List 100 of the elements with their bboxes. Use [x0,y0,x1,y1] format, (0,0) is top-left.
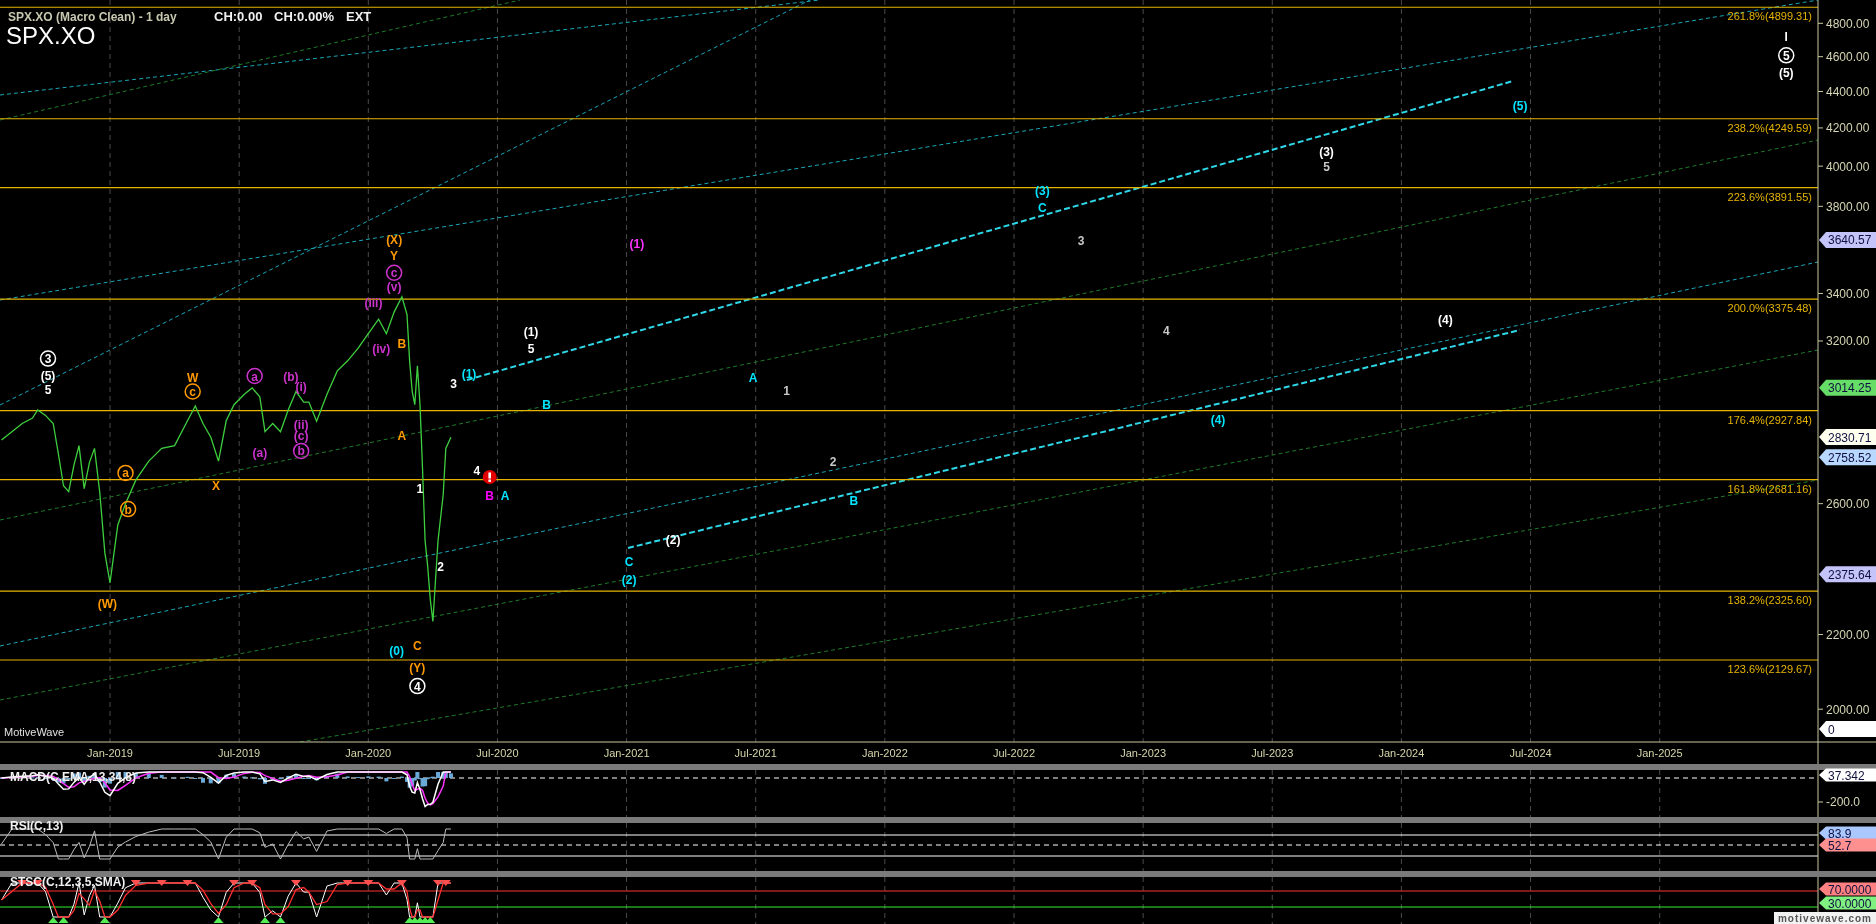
wave-label: A [397,429,407,444]
wave-label: B [542,398,551,413]
wave-label: (1) [461,367,477,382]
wave-label: (1) [523,324,539,339]
circled-wave-label: c [385,264,403,282]
wave-label: 4 [1163,323,1170,338]
wave-label: (5) [1778,65,1794,80]
change-value: CH:0.00 [214,9,263,24]
motivewave-label: MotiveWave [4,726,65,738]
fibonacci-level-label: 161.8%(2681.16) [1727,482,1812,495]
wave-label: C [624,555,634,570]
date-axis-label: Jan-2021 [603,747,650,759]
price-axis-label: 2200.00 [1826,628,1870,643]
date-axis-label: Jul-2021 [734,747,777,759]
wave-label: C [413,638,422,653]
price-tag: 3014.25 [1819,379,1876,396]
wave-label: W [187,370,199,385]
wave-label: I [1784,29,1788,44]
wave-label: 2 [829,454,837,469]
indicator-label: RSI(C,13) [10,819,64,833]
wave-label: B [397,336,407,351]
wave-label: (3) [1319,144,1334,159]
date-axis-label: Jan-2019 [87,747,133,759]
wave-label: 2 [437,559,444,574]
chart-title: SPX.XO (Macro Clean) - 1 day [8,10,177,24]
date-axis-label: Jan-2022 [861,747,908,759]
wave-label: (4) [1437,313,1453,327]
wave-label: (v) [386,280,402,295]
wave-label: (iii) [364,296,383,311]
indicator-label: STSC(C,12,3,5,SMA) [10,875,126,889]
wave-label: (X) [386,232,403,247]
price-axis-label: 4200.00 [1826,121,1870,136]
price-axis-label: 2000.00 [1826,702,1870,717]
price-tag: 2758.52 [1819,449,1876,466]
alert-icon [482,470,497,484]
circled-wave-label: b [119,500,137,518]
price-axis-label: 4400.00 [1826,85,1870,99]
fibonacci-level-label: 176.4%(2927.84) [1727,413,1812,426]
wave-label: (5) [40,368,56,383]
wave-label: (a) [252,446,268,461]
wave-label: 3 [450,377,457,392]
price-axis-label: 2600.00 [1826,497,1870,512]
wave-label: (1) [629,237,645,252]
wave-label: B [485,489,495,504]
fibonacci-level-label: 261.8%(4899.31) [1727,10,1812,23]
wave-label: 4 [473,464,481,479]
change-percent: CH:0.00% [274,9,334,24]
price-tag: 2375.64 [1819,566,1876,583]
date-axis-label: Jan-2025 [1636,747,1683,759]
wave-label: (5) [1512,99,1528,114]
wave-label: (iv) [372,341,391,356]
circled-wave-label: c [184,383,201,400]
indicator-value-tag: 83.9 [1819,826,1876,841]
indicator-label: MACD(C,EMA,13,34,8) [10,770,137,784]
wave-label: (Y) [409,661,426,676]
price-tag: 2830.71 [1819,429,1876,446]
wave-label: B [849,494,859,509]
circled-wave-label: 4 [409,677,426,695]
circled-wave-label: b [292,442,310,460]
fibonacci-level-label: 238.2%(4249.59) [1727,121,1812,134]
wave-label: (3) [1035,184,1050,199]
price-axis-label: 3200.00 [1826,334,1870,349]
fibonacci-level-label: 123.6%(2129.67) [1727,663,1812,675]
date-axis-label: Jan-2020 [345,747,392,759]
price-axis-label: 4800.00 [1826,16,1870,31]
date-axis-label: Jul-2019 [218,747,261,759]
wave-label: 3 [1077,233,1085,248]
wave-label: (4) [1210,412,1226,427]
price-axis-label: 4000.00 [1826,159,1870,174]
indicator-value-tag: 70.0000 [1819,882,1876,897]
indicator-axis-label: -200.0 [1826,795,1861,809]
wave-label: 5 [1323,160,1330,175]
price-axis-label: 4600.00 [1826,50,1870,65]
fibonacci-level-label: 138.2%(2325.60) [1727,594,1812,607]
price-axis-label: 3400.00 [1826,287,1870,301]
wave-label: X [211,479,220,494]
wave-label: 5 [44,383,52,398]
fibonacci-level-label: 200.0%(3375.48) [1727,302,1812,315]
price-tag: 0 [1819,721,1876,738]
circled-wave-label: a [246,367,263,385]
date-axis-label: Jul-2023 [1251,747,1294,759]
wave-label: C [1038,201,1047,216]
circled-wave-label: 5 [1778,47,1795,64]
wave-label: A [748,370,758,385]
date-axis-label: Jan-2023 [1120,747,1167,759]
fibonacci-level-label: 223.6%(3891.55) [1727,190,1812,203]
date-axis-label: Jan-2024 [1378,747,1425,759]
date-axis-label: Jul-2024 [1509,747,1552,759]
wave-label: (ii) [293,417,309,432]
wave-label: 1 [783,383,791,398]
site-badge: motivewave.com [1774,912,1876,924]
date-axis-label: Jul-2022 [992,747,1036,759]
price-tag: 3640.57 [1819,231,1876,248]
wave-label: Y [390,249,399,264]
price-axis-label: 3800.00 [1826,199,1870,214]
circled-wave-label: a [117,464,134,482]
date-axis-label: Jul-2020 [476,747,519,759]
indicator-value-tag: 30.0000 [1819,896,1876,911]
wave-label: (W) [97,596,118,611]
session-label: EXT [346,9,372,24]
